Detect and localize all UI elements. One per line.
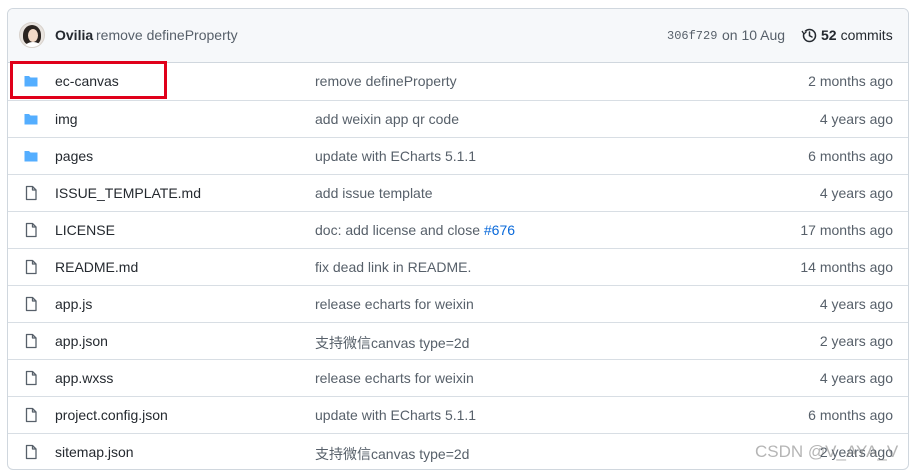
file-name-link[interactable]: app.wxss <box>55 370 113 386</box>
file-icon <box>25 222 37 238</box>
commit-message-link[interactable]: remove defineProperty <box>96 27 238 43</box>
commit-message-link[interactable]: fix dead link in README. <box>315 259 471 275</box>
file-icon <box>25 407 37 423</box>
file-name-link[interactable]: ISSUE_TEMPLATE.md <box>55 185 201 201</box>
file-row-license: LICENSE doc: add license and close #676 17… <box>8 211 908 248</box>
watermark: CSDN @V_AYA_V <box>755 442 899 461</box>
file-row-img: img add weixin app qr code 4 years ago <box>8 100 908 137</box>
commit-message-link[interactable]: update with ECharts 5.1.1 <box>315 407 476 423</box>
file-name-link[interactable]: pages <box>55 148 93 164</box>
commit-age: 4 years ago <box>819 296 893 312</box>
file-row-issue-template-md: ISSUE_TEMPLATE.md add issue template 4 yea… <box>8 174 908 211</box>
issue-link[interactable]: #676 <box>484 222 515 238</box>
file-list: ec-canvas remove defineProperty 2 months a… <box>8 63 908 469</box>
file-row-app-wxss: app.wxss release echarts for weixin 4 year… <box>8 359 908 396</box>
commit-message-link[interactable]: update with ECharts 5.1.1 <box>315 148 476 164</box>
commit-message-link[interactable]: release echarts for weixin <box>315 296 474 312</box>
file-row-app-js: app.js release echarts for weixin 4 years … <box>8 285 908 322</box>
commit-age: 4 years ago <box>819 111 893 127</box>
file-icon <box>25 370 37 386</box>
file-icon <box>25 296 37 312</box>
latest-commit-bar: Ovilia remove defineProperty 306f729 on … <box>8 9 908 63</box>
commit-message-link[interactable]: 支持微信canvas type=2d <box>315 444 469 464</box>
commit-age: 4 years ago <box>819 370 893 386</box>
folder-icon <box>24 114 38 125</box>
commit-age: 2 months ago <box>808 73 893 89</box>
folder-icon <box>24 76 38 87</box>
file-row-project-config-json: project.config.json update with ECharts 5… <box>8 396 908 433</box>
file-name-link[interactable]: README.md <box>55 259 138 275</box>
file-icon <box>25 333 37 349</box>
file-name-link[interactable]: ec-canvas <box>55 73 119 89</box>
commit-message-link[interactable]: doc: add license and close #676 <box>315 222 515 238</box>
file-name-link[interactable]: sitemap.json <box>55 444 134 460</box>
commit-message-link[interactable]: 支持微信canvas type=2d <box>315 333 469 353</box>
folder-icon <box>24 151 38 162</box>
commit-count-label: commits <box>840 27 893 43</box>
commit-count: 52 <box>821 27 837 43</box>
commit-message-link[interactable]: release echarts for weixin <box>315 370 474 386</box>
file-name-link[interactable]: img <box>55 111 78 127</box>
commit-age: 4 years ago <box>819 185 893 201</box>
file-name-link[interactable]: LICENSE <box>55 222 115 238</box>
avatar[interactable] <box>19 22 45 48</box>
commits-history-link[interactable]: 52 commits <box>801 27 893 43</box>
file-row-readme-md: README.md fix dead link in README. 14 mont… <box>8 248 908 285</box>
commit-message-link[interactable]: add weixin app qr code <box>315 111 459 127</box>
file-browser: Ovilia remove defineProperty 306f729 on … <box>7 8 909 470</box>
file-row-pages: pages update with ECharts 5.1.1 6 months a… <box>8 137 908 174</box>
commit-date: on 10 Aug <box>722 27 786 43</box>
commit-age: 6 months ago <box>808 407 893 423</box>
file-icon <box>25 259 37 275</box>
file-name-link[interactable]: app.js <box>55 296 92 312</box>
file-icon <box>25 185 37 201</box>
file-row-ec-canvas: ec-canvas remove defineProperty 2 months a… <box>8 63 908 100</box>
commit-age: 6 months ago <box>808 148 893 164</box>
commit-message-link[interactable]: remove defineProperty <box>315 73 457 89</box>
commit-age: 14 months ago <box>800 259 893 275</box>
file-icon <box>25 444 37 460</box>
commit-author-link[interactable]: Ovilia <box>55 27 93 43</box>
file-name-link[interactable]: app.json <box>55 333 108 349</box>
commit-age: 17 months ago <box>800 222 893 238</box>
history-icon <box>801 28 817 43</box>
file-name-link[interactable]: project.config.json <box>55 407 168 423</box>
file-row-app-json: app.json 支持微信canvas type=2d 2 years ago <box>8 322 908 359</box>
commit-sha-link[interactable]: 306f729 <box>667 29 717 43</box>
commit-message-link[interactable]: add issue template <box>315 185 433 201</box>
commit-age: 2 years ago <box>819 333 893 349</box>
